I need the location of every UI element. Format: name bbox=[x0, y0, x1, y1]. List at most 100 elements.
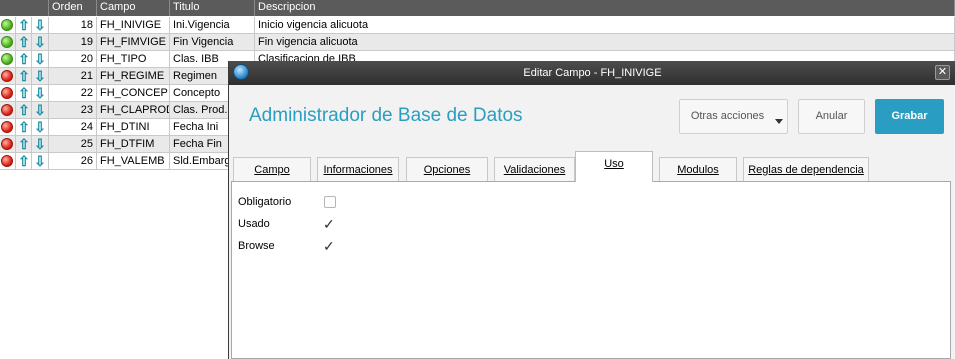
arrow-down-icon[interactable]: ⇩ bbox=[32, 119, 48, 135]
uso-panel: Obligatorio Usado ✓ Browse ✓ bbox=[231, 181, 951, 359]
field-cell: FH_CONCEP bbox=[97, 85, 170, 101]
move-down-cell[interactable]: ⇩ bbox=[32, 85, 49, 101]
move-down-cell[interactable]: ⇩ bbox=[32, 68, 49, 84]
arrow-up-icon[interactable]: ⇧ bbox=[16, 85, 31, 101]
close-button[interactable]: ✕ bbox=[935, 65, 950, 80]
status-red-icon bbox=[1, 138, 13, 150]
status-green-icon bbox=[1, 53, 13, 65]
move-down-cell[interactable]: ⇩ bbox=[32, 153, 49, 169]
move-down-cell[interactable]: ⇩ bbox=[32, 51, 49, 67]
option-label-browse: Browse bbox=[238, 240, 275, 252]
description-cell: Inicio vigencia alicuota bbox=[255, 17, 955, 33]
move-up-cell[interactable]: ⇧ bbox=[16, 17, 32, 33]
table-row[interactable]: ⇧ ⇩ 19 FH_FIMVIGE Fin Vigencia Fin vigencia a… bbox=[0, 34, 955, 51]
option-label-usado: Usado bbox=[238, 218, 270, 230]
arrow-down-icon[interactable]: ⇩ bbox=[32, 85, 48, 101]
tab-reglas-de-dependencia[interactable]: Reglas de dependencia bbox=[743, 157, 869, 181]
order-cell: 21 bbox=[49, 68, 97, 84]
arrow-up-icon[interactable]: ⇧ bbox=[16, 119, 31, 135]
order-cell: 20 bbox=[49, 51, 97, 67]
status-green-icon bbox=[1, 19, 13, 31]
move-down-cell[interactable]: ⇩ bbox=[32, 34, 49, 50]
status-cell bbox=[0, 68, 16, 84]
tab-informaciones[interactable]: Informaciones bbox=[317, 157, 399, 181]
cancel-button[interactable]: Anular bbox=[798, 99, 865, 134]
move-up-cell[interactable]: ⇧ bbox=[16, 153, 32, 169]
arrow-up-icon[interactable]: ⇧ bbox=[16, 68, 31, 84]
arrow-down-icon[interactable]: ⇩ bbox=[32, 51, 48, 67]
field-cell: FH_CLAPROD bbox=[97, 102, 170, 118]
move-up-cell[interactable]: ⇧ bbox=[16, 136, 32, 152]
order-cell: 23 bbox=[49, 102, 97, 118]
dialog-titlebar[interactable]: Editar Campo - FH_INIVIGE ✕ bbox=[229, 61, 955, 85]
field-cell: FH_DTINI bbox=[97, 119, 170, 135]
header-icons bbox=[0, 0, 49, 16]
description-cell: Fin vigencia alicuota bbox=[255, 34, 955, 50]
field-cell: FH_INIVIGE bbox=[97, 17, 170, 33]
usado-checkbox[interactable]: ✓ bbox=[323, 217, 335, 231]
status-red-icon bbox=[1, 155, 13, 167]
arrow-down-icon[interactable]: ⇩ bbox=[32, 102, 48, 118]
move-down-cell[interactable]: ⇩ bbox=[32, 17, 49, 33]
move-down-cell[interactable]: ⇩ bbox=[32, 102, 49, 118]
arrow-up-icon[interactable]: ⇧ bbox=[16, 136, 31, 152]
status-cell bbox=[0, 51, 16, 67]
title-cell: Fin Vigencia bbox=[170, 34, 255, 50]
arrow-up-icon[interactable]: ⇧ bbox=[16, 102, 31, 118]
move-up-cell[interactable]: ⇧ bbox=[16, 34, 32, 50]
tab-bar: Campo Informaciones Opciones Validacione… bbox=[229, 151, 955, 182]
arrow-down-icon[interactable]: ⇩ bbox=[32, 68, 48, 84]
arrow-down-icon[interactable]: ⇩ bbox=[32, 136, 48, 152]
browse-checkbox[interactable]: ✓ bbox=[323, 239, 335, 253]
app-title: Administrador de Base de Datos bbox=[249, 105, 523, 126]
move-down-cell[interactable]: ⇩ bbox=[32, 119, 49, 135]
tab-opciones[interactable]: Opciones bbox=[406, 157, 488, 181]
caret-down-icon bbox=[775, 119, 783, 124]
status-cell bbox=[0, 85, 16, 101]
tab-validaciones[interactable]: Validaciones bbox=[494, 157, 575, 181]
other-actions-label: Otras acciones bbox=[690, 110, 765, 122]
move-down-cell[interactable]: ⇩ bbox=[32, 136, 49, 152]
move-up-cell[interactable]: ⇧ bbox=[16, 102, 32, 118]
header-field[interactable]: Campo bbox=[97, 0, 170, 16]
status-red-icon bbox=[1, 104, 13, 116]
arrow-down-icon[interactable]: ⇩ bbox=[32, 34, 48, 50]
header-description[interactable]: Descripcion bbox=[255, 0, 955, 16]
tab-modulos[interactable]: Modulos bbox=[659, 157, 737, 181]
move-up-cell[interactable]: ⇧ bbox=[16, 51, 32, 67]
status-cell bbox=[0, 17, 16, 33]
field-cell: FH_DTFIM bbox=[97, 136, 170, 152]
status-red-icon bbox=[1, 87, 13, 99]
edit-field-dialog: Editar Campo - FH_INIVIGE ✕ Administrado… bbox=[228, 61, 955, 359]
table-row[interactable]: ⇧ ⇩ 18 FH_INIVIGE Ini.Vigencia Inicio vigenci… bbox=[0, 17, 955, 34]
obligatorio-checkbox[interactable] bbox=[324, 196, 336, 208]
status-red-icon bbox=[1, 70, 13, 82]
tab-uso[interactable]: Uso bbox=[575, 151, 653, 182]
move-up-cell[interactable]: ⇧ bbox=[16, 68, 32, 84]
field-cell: FH_TIPO bbox=[97, 51, 170, 67]
status-green-icon bbox=[1, 36, 13, 48]
arrow-up-icon[interactable]: ⇧ bbox=[16, 34, 31, 50]
arrow-up-icon[interactable]: ⇧ bbox=[16, 17, 31, 33]
header-order[interactable]: Orden bbox=[49, 0, 97, 16]
status-cell bbox=[0, 119, 16, 135]
field-cell: FH_REGIME bbox=[97, 68, 170, 84]
status-cell bbox=[0, 153, 16, 169]
grid-header: Orden Campo Titulo Descripcion bbox=[0, 0, 955, 16]
move-up-cell[interactable]: ⇧ bbox=[16, 85, 32, 101]
order-cell: 22 bbox=[49, 85, 97, 101]
move-up-cell[interactable]: ⇧ bbox=[16, 119, 32, 135]
arrow-down-icon[interactable]: ⇩ bbox=[32, 153, 48, 169]
arrow-up-icon[interactable]: ⇧ bbox=[16, 51, 31, 67]
order-cell: 26 bbox=[49, 153, 97, 169]
dialog-header: Administrador de Base de Datos Otras acc… bbox=[229, 85, 955, 151]
status-red-icon bbox=[1, 121, 13, 133]
field-cell: FH_FIMVIGE bbox=[97, 34, 170, 50]
save-button[interactable]: Grabar bbox=[875, 99, 944, 134]
header-title[interactable]: Titulo bbox=[170, 0, 255, 16]
other-actions-button[interactable]: Otras acciones bbox=[679, 99, 788, 134]
arrow-down-icon[interactable]: ⇩ bbox=[32, 17, 48, 33]
order-cell: 19 bbox=[49, 34, 97, 50]
tab-campo[interactable]: Campo bbox=[233, 157, 311, 181]
arrow-up-icon[interactable]: ⇧ bbox=[16, 153, 31, 169]
